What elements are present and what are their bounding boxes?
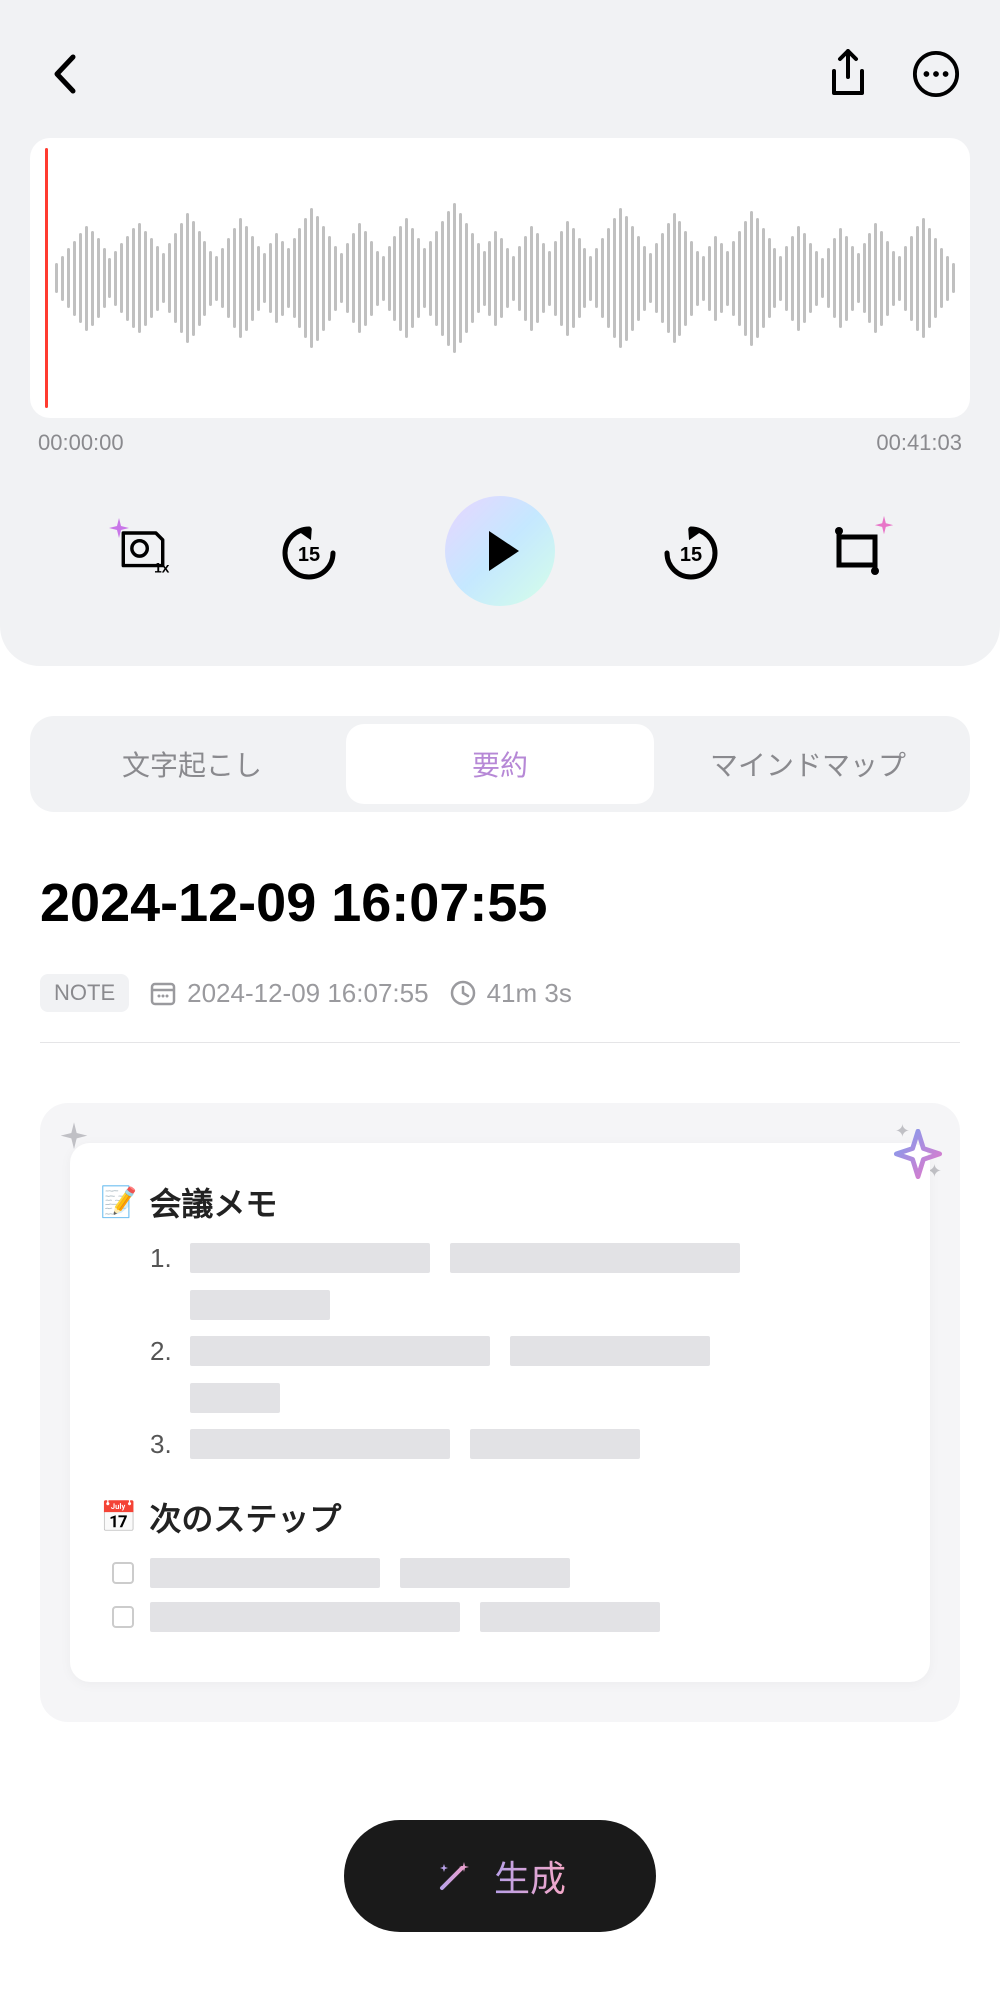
- svg-text:15: 15: [680, 544, 702, 566]
- svg-text:1x: 1x: [154, 560, 170, 575]
- list-item: [150, 1290, 900, 1320]
- generate-button[interactable]: 生成: [344, 1820, 656, 1932]
- datetime-meta: 2024-12-09 16:07:55: [149, 978, 428, 1009]
- calendar-icon: [149, 979, 177, 1007]
- generate-label: 生成: [494, 1850, 566, 1902]
- checklist-item: [100, 1558, 900, 1588]
- header-bar: [30, 30, 970, 138]
- svg-text:15: 15: [298, 544, 320, 566]
- checkbox[interactable]: [112, 1606, 134, 1628]
- forward-15-button[interactable]: 15: [661, 521, 721, 581]
- datetime-text: 2024-12-09 16:07:55: [187, 978, 428, 1009]
- meeting-memo-label: 会議メモ: [149, 1179, 277, 1225]
- playhead-indicator: [45, 148, 48, 408]
- more-button[interactable]: [912, 50, 960, 98]
- clock-icon: [449, 979, 477, 1007]
- back-button[interactable]: [40, 50, 88, 98]
- audio-player-section: 00:00:00 00:41:03 1x 15 15: [0, 0, 1000, 666]
- summary-content: 📝 会議メモ 1. 2. 3. 📅: [70, 1143, 930, 1682]
- tab-mindmap[interactable]: マインドマップ: [654, 724, 962, 804]
- recording-title: 2024-12-09 16:07:55: [40, 872, 960, 934]
- calendar-emoji-icon: 📅: [100, 1500, 137, 1535]
- trim-button[interactable]: [827, 521, 887, 581]
- total-time: 00:41:03: [876, 430, 962, 456]
- play-button[interactable]: [445, 496, 555, 606]
- list-item: 3.: [150, 1429, 900, 1460]
- meeting-memo-list: 1. 2. 3.: [100, 1243, 900, 1460]
- current-time: 00:00:00: [38, 430, 124, 456]
- summary-card: ✦ ✦ 📝 会議メモ 1. 2. 3: [40, 1103, 960, 1722]
- content-tabs: 文字起こし 要約 マインドマップ: [30, 716, 970, 812]
- share-button[interactable]: [824, 50, 872, 98]
- list-item: 2.: [150, 1336, 900, 1367]
- time-indicators: 00:00:00 00:41:03: [30, 418, 970, 456]
- next-steps-label: 次のステップ: [149, 1494, 341, 1540]
- magic-wand-icon: [434, 1856, 474, 1896]
- duration-text: 41m 3s: [487, 978, 572, 1009]
- list-item: 1.: [150, 1243, 900, 1274]
- tab-transcription[interactable]: 文字起こし: [38, 724, 346, 804]
- duration-meta: 41m 3s: [449, 978, 572, 1009]
- checklist-item: [100, 1602, 900, 1632]
- ai-sparkle-icon: [892, 1129, 944, 1181]
- metadata-row: NOTE 2024-12-09 16:07:55 41m 3s: [0, 954, 1000, 1042]
- checkbox[interactable]: [112, 1562, 134, 1584]
- tab-summary[interactable]: 要約: [346, 724, 654, 804]
- play-icon: [489, 531, 519, 571]
- rewind-15-button[interactable]: 15: [279, 521, 339, 581]
- note-badge: NOTE: [40, 974, 129, 1012]
- playback-speed-button[interactable]: 1x: [113, 521, 173, 581]
- title-section: 2024-12-09 16:07:55: [0, 812, 1000, 954]
- next-steps-section: 📅 次のステップ: [100, 1494, 900, 1632]
- playback-controls: 1x 15 15: [30, 456, 970, 626]
- list-item: [150, 1383, 900, 1413]
- meeting-memo-heading: 📝 会議メモ: [100, 1179, 900, 1225]
- divider: [40, 1042, 960, 1043]
- next-steps-heading: 📅 次のステップ: [100, 1494, 900, 1540]
- memo-icon: 📝: [100, 1185, 137, 1220]
- waveform-display[interactable]: [30, 138, 970, 418]
